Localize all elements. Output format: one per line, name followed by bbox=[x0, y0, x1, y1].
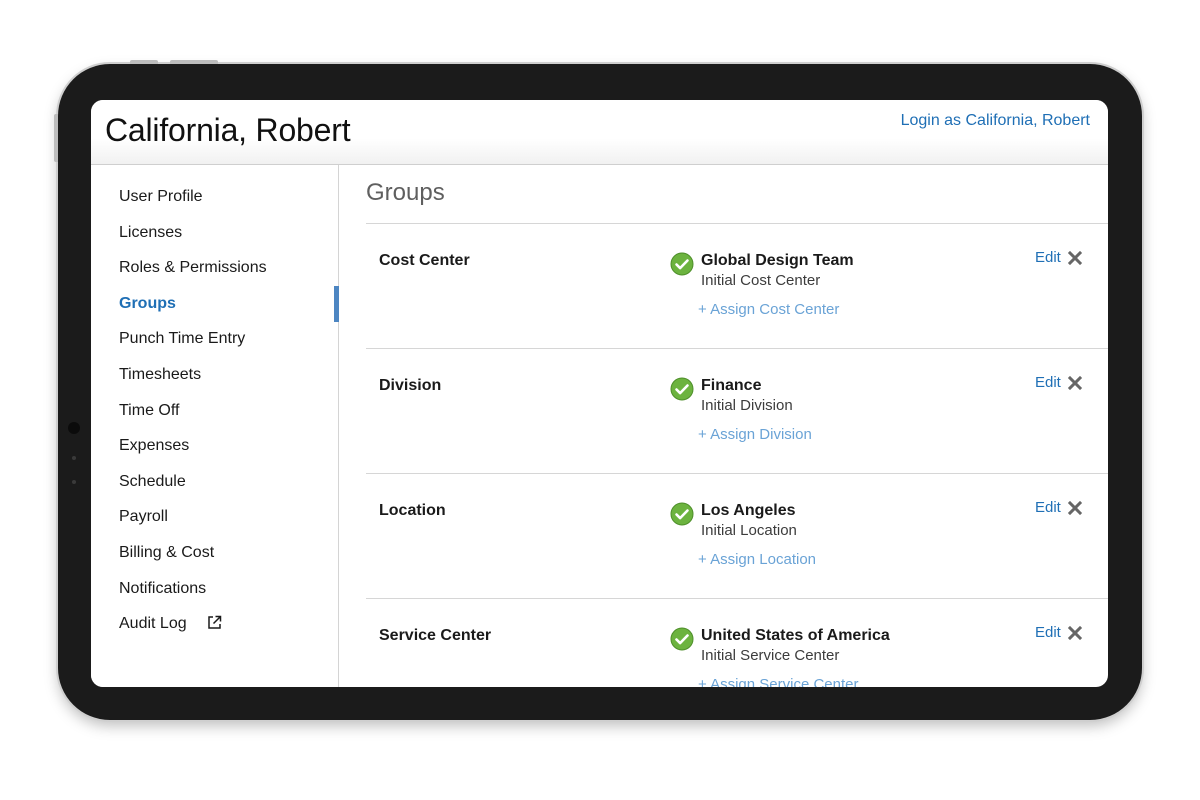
external-link-icon bbox=[207, 614, 222, 638]
group-value: Global Design Team bbox=[701, 252, 854, 269]
group-sublabel: Initial Cost Center bbox=[701, 272, 821, 289]
check-circle-icon bbox=[670, 502, 694, 526]
sidebar-item-time-off[interactable]: Time Off bbox=[91, 399, 338, 435]
assign-service-center-link[interactable]: + Assign Service Center bbox=[698, 676, 859, 687]
sidebar-item-label: Audit Log bbox=[119, 615, 187, 633]
check-circle-icon bbox=[670, 377, 694, 401]
group-label: Division bbox=[379, 377, 442, 394]
assign-cost-center-link[interactable]: + Assign Cost Center bbox=[698, 301, 839, 318]
sidebar-item-label: Roles & Permissions bbox=[119, 259, 267, 277]
tablet-button bbox=[54, 114, 58, 162]
assign-division-link[interactable]: + Assign Division bbox=[698, 426, 812, 443]
sidebar-item-groups[interactable]: Groups bbox=[91, 285, 339, 328]
groups-list: Cost Center Global Design Team Initial C… bbox=[366, 223, 1108, 687]
close-icon[interactable] bbox=[1068, 501, 1082, 515]
group-row-service-center: Service Center United States of America … bbox=[366, 599, 1108, 687]
close-icon[interactable] bbox=[1068, 626, 1082, 640]
group-value: Los Angeles bbox=[701, 502, 796, 519]
sidebar-item-timesheets[interactable]: Timesheets bbox=[91, 363, 338, 399]
group-row-location: Location Los Angeles Initial Location + … bbox=[366, 474, 1108, 599]
group-label: Cost Center bbox=[379, 252, 470, 269]
main-content: Groups Cost Center Global Design Team In… bbox=[339, 165, 1108, 687]
group-row-division: Division Finance Initial Division + Assi… bbox=[366, 349, 1108, 474]
group-row-cost-center: Cost Center Global Design Team Initial C… bbox=[366, 224, 1108, 349]
sensor-dot bbox=[72, 456, 76, 460]
sidebar-item-label: Licenses bbox=[119, 223, 183, 241]
sidebar-item-billing-cost[interactable]: Billing & Cost bbox=[91, 541, 338, 577]
camera-icon bbox=[68, 422, 80, 434]
group-sublabel: Initial Service Center bbox=[701, 647, 840, 664]
group-label: Location bbox=[379, 502, 446, 519]
edit-button[interactable]: Edit bbox=[1035, 249, 1061, 266]
sidebar-item-user-profile[interactable]: User Profile bbox=[91, 185, 338, 221]
check-circle-icon bbox=[670, 252, 694, 276]
sidebar-item-label: Billing & Cost bbox=[119, 543, 215, 561]
sidebar: User Profile Licenses Roles & Permission… bbox=[91, 165, 339, 687]
sidebar-item-label: Time Off bbox=[119, 401, 180, 419]
edit-button[interactable]: Edit bbox=[1035, 499, 1061, 516]
assign-location-link[interactable]: + Assign Location bbox=[698, 551, 816, 568]
close-icon[interactable] bbox=[1068, 376, 1082, 390]
app-screen: California, Robert Login as California, … bbox=[91, 100, 1108, 687]
group-sublabel: Initial Location bbox=[701, 522, 797, 539]
section-title: Groups bbox=[366, 179, 445, 206]
sidebar-item-punch-time-entry[interactable]: Punch Time Entry bbox=[91, 327, 338, 363]
sidebar-item-label: Groups bbox=[119, 294, 176, 312]
sidebar-item-audit-log[interactable]: Audit Log bbox=[91, 612, 338, 648]
sidebar-item-label: Timesheets bbox=[119, 365, 202, 383]
login-as-link[interactable]: Login as California, Robert bbox=[901, 112, 1090, 130]
tablet-button bbox=[130, 60, 158, 64]
app-header: California, Robert Login as California, … bbox=[91, 100, 1108, 165]
sidebar-item-payroll[interactable]: Payroll bbox=[91, 505, 338, 541]
sidebar-item-licenses[interactable]: Licenses bbox=[91, 221, 338, 257]
sidebar-item-label: Punch Time Entry bbox=[119, 330, 246, 348]
group-value: United States of America bbox=[701, 627, 890, 644]
edit-button[interactable]: Edit bbox=[1035, 624, 1061, 641]
group-sublabel: Initial Division bbox=[701, 397, 793, 414]
sidebar-item-label: Expenses bbox=[119, 437, 190, 455]
sensor-dot bbox=[72, 480, 76, 484]
sidebar-item-notifications[interactable]: Notifications bbox=[91, 577, 338, 613]
close-icon[interactable] bbox=[1068, 251, 1082, 265]
page-title: California, Robert bbox=[105, 112, 351, 148]
sidebar-item-expenses[interactable]: Expenses bbox=[91, 434, 338, 470]
sidebar-item-roles-permissions[interactable]: Roles & Permissions bbox=[91, 256, 338, 292]
sidebar-item-schedule[interactable]: Schedule bbox=[91, 470, 338, 506]
group-value: Finance bbox=[701, 377, 762, 394]
edit-button[interactable]: Edit bbox=[1035, 374, 1061, 391]
sidebar-item-label: User Profile bbox=[119, 188, 203, 205]
sidebar-item-label: Notifications bbox=[119, 579, 207, 597]
group-label: Service Center bbox=[379, 627, 492, 644]
tablet-button bbox=[170, 60, 218, 64]
check-circle-icon bbox=[670, 627, 694, 651]
sidebar-item-label: Payroll bbox=[119, 508, 168, 526]
sidebar-item-label: Schedule bbox=[119, 472, 186, 490]
